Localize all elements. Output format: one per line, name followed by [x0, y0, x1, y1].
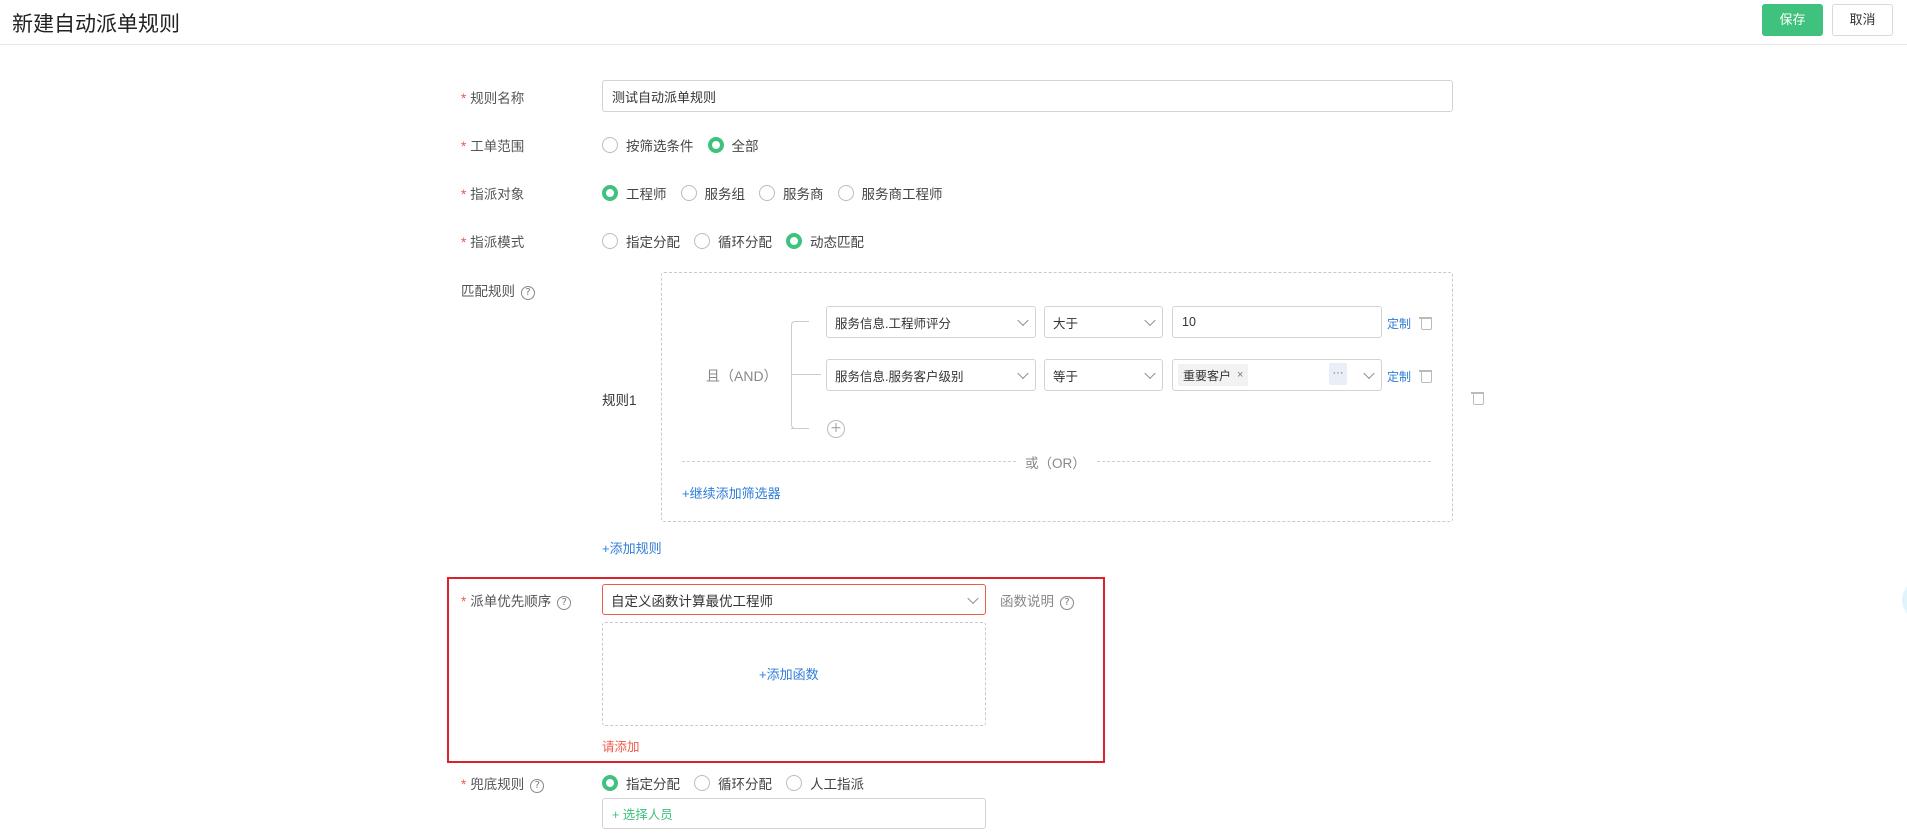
fallback-radio-group: 指定分配 循环分配 人工指派 [602, 773, 878, 793]
rule-name-value: 测试自动派单规则 [612, 89, 717, 105]
add-function-link[interactable]: +添加函数 [759, 664, 819, 683]
mode-radio-group: 指定分配 循环分配 动态匹配 [602, 231, 878, 251]
target-option-provider-engineer[interactable]: 服务商工程师 [837, 183, 943, 203]
bracket-tick [791, 374, 821, 375]
priority-error-text: 请添加 [602, 740, 640, 754]
save-button[interactable]: 保存 [1762, 4, 1823, 36]
page-header: 新建自动派单规则 保存 取消 [0, 0, 1907, 45]
condition-2-value-multiselect[interactable]: 重要客户 × ··· [1172, 359, 1382, 391]
fallback-option-manual[interactable]: 人工指派 [786, 773, 864, 793]
add-filter-link[interactable]: +继续添加筛选器 [682, 483, 781, 502]
rule-name-input[interactable]: 测试自动派单规则 [602, 80, 1453, 112]
condition-1-value-input[interactable]: 10 [1172, 306, 1382, 338]
trash-icon[interactable] [1471, 390, 1484, 405]
condition-2-custom-link[interactable]: 定制 [1387, 368, 1411, 385]
or-label: 或（OR） [1025, 456, 1086, 471]
priority-label: * 派单优先顺序? [461, 590, 572, 610]
target-option-engineer[interactable]: 工程师 [602, 183, 667, 203]
chevron-down-icon [1017, 367, 1029, 380]
function-help-label[interactable]: 函数说明? [1000, 590, 1074, 610]
trash-icon[interactable] [1419, 315, 1432, 330]
and-label: 且（AND） [706, 368, 778, 384]
scope-option-all[interactable]: 全部 [707, 135, 759, 155]
close-icon[interactable]: × [1237, 369, 1243, 381]
trash-icon[interactable] [1419, 368, 1432, 383]
add-rule-link[interactable]: +添加规则 [602, 538, 662, 557]
help-icon[interactable]: ? [557, 596, 572, 610]
rule-title: 规则1 [602, 393, 637, 408]
add-condition-icon[interactable]: + [827, 420, 845, 438]
help-icon[interactable]: ? [1060, 596, 1074, 610]
target-option-service-group[interactable]: 服务组 [680, 183, 745, 203]
chevron-down-icon [967, 592, 979, 604]
side-float-tab[interactable] [1902, 580, 1907, 620]
condition-1-operator-select[interactable]: 大于 [1044, 306, 1163, 338]
scope-option-filter[interactable]: 按筛选条件 [602, 135, 694, 155]
condition-2-field-select[interactable]: 服务信息.服务客户级别 [826, 359, 1036, 391]
chevron-down-icon [1363, 367, 1375, 380]
chevron-down-icon [1144, 367, 1156, 380]
help-icon[interactable]: ? [530, 779, 545, 793]
condition-bracket [791, 321, 809, 429]
chevron-down-icon [1017, 314, 1029, 327]
cancel-button[interactable]: 取消 [1832, 4, 1893, 36]
mode-option-round-robin[interactable]: 循环分配 [694, 231, 772, 251]
condition-2-operator-select[interactable]: 等于 [1044, 359, 1163, 391]
or-divider [682, 461, 1016, 462]
required-mark: * [461, 91, 467, 106]
more-tags-indicator: ··· [1329, 363, 1347, 385]
rule-name-label: * 规则名称 [461, 91, 525, 106]
target-radio-group: 工程师 服务组 服务商 服务商工程师 [602, 183, 957, 203]
fallback-option-round-robin[interactable]: 循环分配 [694, 773, 772, 793]
match-rules-label: 匹配规则? [461, 280, 535, 300]
condition-1-field-select[interactable]: 服务信息.工程师评分 [826, 306, 1036, 338]
or-divider [1097, 461, 1431, 462]
target-option-provider[interactable]: 服务商 [759, 183, 824, 203]
mode-label: * 指派模式 [461, 235, 525, 250]
fallback-label: * 兜底规则? [461, 773, 545, 793]
fallback-option-assign[interactable]: 指定分配 [602, 773, 680, 793]
target-label: * 指派对象 [461, 187, 525, 202]
bracket-tick [791, 428, 809, 429]
value-tag: 重要客户 × [1178, 364, 1249, 386]
page-title: 新建自动派单规则 [12, 13, 180, 36]
select-person-input[interactable]: + 选择人员 [602, 798, 986, 829]
mode-option-assign[interactable]: 指定分配 [602, 231, 680, 251]
scope-radio-group: 按筛选条件 全部 [602, 135, 773, 155]
condition-1-custom-link[interactable]: 定制 [1387, 315, 1411, 332]
chevron-down-icon [1144, 314, 1156, 327]
priority-select[interactable]: 自定义函数计算最优工程师 [602, 584, 986, 615]
scope-label: * 工单范围 [461, 139, 525, 154]
help-icon[interactable]: ? [521, 286, 535, 300]
mode-option-dynamic[interactable]: 动态匹配 [786, 231, 864, 251]
